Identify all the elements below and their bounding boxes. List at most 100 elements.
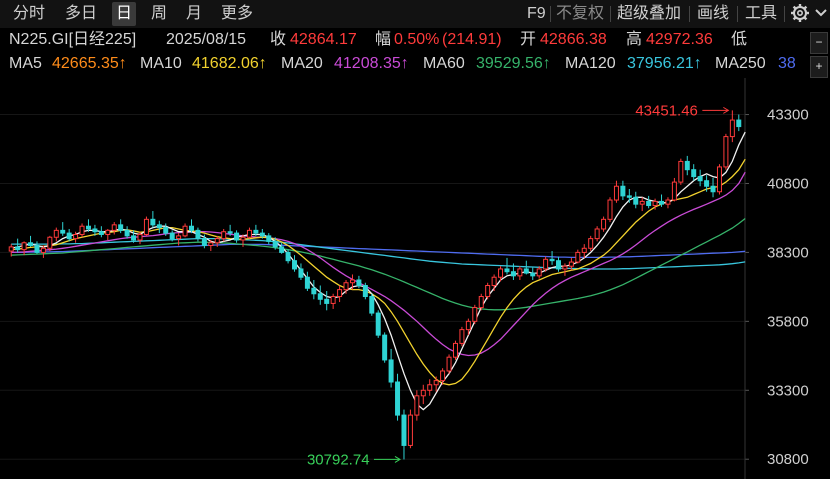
candle-body — [15, 246, 21, 251]
chart-grid — [0, 114, 745, 460]
ma120-line — [11, 237, 746, 270]
ma20-name: MA20 — [281, 55, 323, 72]
y-tick-label: 33300 — [767, 382, 809, 399]
candle-body — [124, 229, 130, 237]
gear-icon[interactable] — [790, 3, 810, 27]
chevron-down-icon[interactable] — [814, 3, 828, 27]
ma-legend-row: MA5 42665.35↑ MA10 41682.06↑ MA20 41208.… — [0, 52, 812, 76]
candle-body — [607, 199, 613, 220]
candle-body — [47, 236, 53, 249]
candlestick-chart[interactable]: 43300 40800 38300 35800 33300 30800 43451.46 3… — [0, 78, 830, 479]
y-tick-label: 30800 — [767, 451, 809, 468]
tab-more[interactable]: 更多 — [217, 2, 257, 26]
ma20-value: 41208.35↑ — [334, 55, 409, 72]
tools-button[interactable]: 工具 — [745, 2, 777, 26]
candle-body — [710, 185, 716, 193]
toolbar-divider — [689, 6, 690, 22]
ma60-name: MA60 — [423, 55, 465, 72]
candle-body — [240, 236, 246, 241]
candle-body — [201, 238, 207, 247]
y-tick-label: 35800 — [767, 313, 809, 330]
candle-body — [697, 176, 703, 182]
candle-body — [259, 232, 265, 237]
zoom-out-button[interactable]: − — [810, 32, 828, 54]
annotations: 43451.46 30792.74 — [307, 102, 730, 468]
quote-bar: N225.GI[日经225] 2025/08/15 收 42864.17 幅 0… — [0, 28, 812, 52]
candle-body — [28, 242, 34, 247]
kline-window: 分时 多日 日 周 月 更多 F9 不复权 超级叠加 画线 工具 N225.GI… — [0, 0, 830, 479]
candle-body — [510, 271, 516, 277]
period-toolbar: 分时 多日 日 周 月 更多 F9 不复权 超级叠加 画线 工具 — [0, 0, 830, 28]
date-label: 2025/08/15 — [166, 31, 247, 48]
candle-body — [40, 247, 46, 253]
candle-body — [285, 251, 291, 262]
candle-body — [536, 268, 542, 277]
tab-multi-day[interactable]: 多日 — [61, 2, 101, 26]
candle-body — [401, 414, 407, 446]
ma120-value: 37956.21↑ — [627, 55, 702, 72]
candle-body — [169, 232, 175, 240]
open-value: 42866.38 — [540, 31, 607, 48]
candle-body — [253, 229, 259, 234]
candle-body — [143, 218, 149, 235]
candle-body — [684, 160, 690, 171]
candle-body — [704, 180, 710, 187]
candle-body — [131, 235, 137, 241]
candle-body — [8, 246, 14, 252]
candle-body — [646, 200, 652, 207]
candle-body — [498, 268, 504, 278]
candle-body — [234, 232, 240, 241]
tab-intraday[interactable]: 分时 — [9, 2, 49, 26]
candle-body — [382, 334, 388, 361]
draw-line-button[interactable]: 画线 — [697, 2, 729, 26]
no-adjust-button[interactable]: 不复权 — [556, 2, 604, 26]
candle-body — [85, 225, 91, 230]
candle-body — [34, 245, 40, 253]
y-tick-label: 40800 — [767, 175, 809, 192]
candle-body — [671, 181, 677, 201]
change-label: 幅 — [375, 31, 392, 48]
candle-body — [523, 268, 529, 274]
super-overlay-button[interactable]: 超级叠加 — [617, 2, 681, 26]
candle-body — [729, 119, 735, 138]
candle-body — [601, 218, 607, 230]
low-value-label: 30792.74 — [307, 451, 370, 468]
ma10-value: 41682.06↑ — [192, 55, 267, 72]
y-tick-label: 38300 — [767, 244, 809, 261]
tab-monthly[interactable]: 月 — [182, 2, 206, 26]
low-label: 低 — [731, 31, 748, 48]
candle-body — [543, 258, 549, 270]
candle-body — [330, 296, 336, 304]
ma5-name: MA5 — [9, 55, 42, 72]
y-tick-label: 43300 — [767, 107, 809, 124]
zoom-in-button[interactable]: + — [810, 56, 828, 78]
high-label: 高 — [626, 31, 643, 48]
ma-lines — [11, 131, 746, 411]
candle-body — [324, 298, 330, 304]
candle-body — [613, 185, 619, 201]
candle-body — [73, 233, 79, 240]
toolbar-divider — [737, 6, 738, 22]
candle-body — [195, 229, 201, 240]
ma250-name: MA250 — [715, 55, 766, 72]
candle-body — [92, 228, 98, 233]
candle-body — [176, 235, 182, 240]
tab-daily[interactable]: 日 — [112, 2, 137, 26]
candle-body — [716, 166, 722, 193]
candle-body — [156, 224, 162, 229]
candle-body — [53, 229, 59, 238]
f9-button[interactable]: F9 — [527, 2, 546, 26]
candle-body — [60, 229, 66, 234]
candle-body — [279, 246, 285, 253]
candle-body — [349, 279, 355, 284]
candle-body — [375, 312, 381, 336]
candle-body — [549, 258, 555, 262]
candle-body — [150, 218, 156, 226]
symbol-label: N225.GI[日经225] — [9, 31, 137, 48]
candle-body — [266, 235, 272, 242]
ma120-name: MA120 — [565, 55, 616, 72]
candle-body — [317, 293, 323, 300]
candle-body — [620, 185, 626, 197]
tab-weekly[interactable]: 周 — [147, 2, 171, 26]
ma60-value: 39529.56↑ — [476, 55, 551, 72]
